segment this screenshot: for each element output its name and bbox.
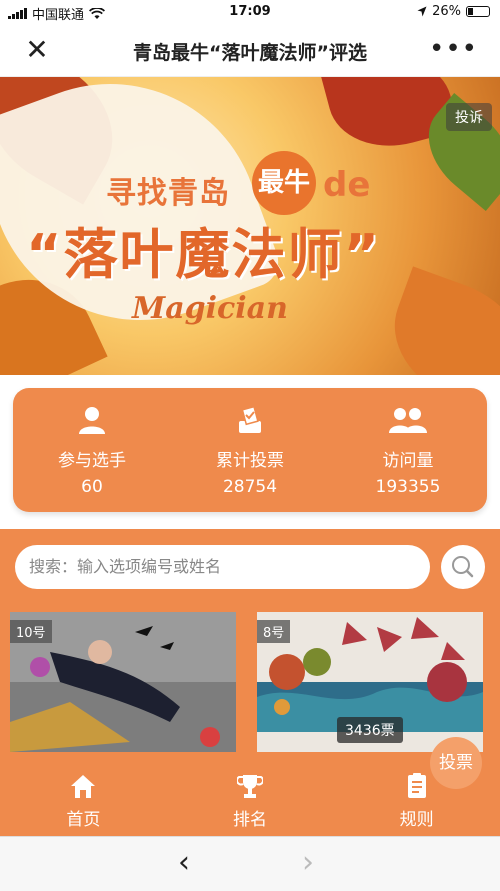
banner-title: “落叶魔法师” [26,223,381,286]
search-icon [452,556,474,578]
stat-participants: 参与选手 60 [13,388,171,512]
tab-ranking[interactable]: 排名 [167,759,334,836]
location-icon [417,6,427,17]
tab-home[interactable]: 首页 [0,759,167,836]
battery-percent: 26% [432,4,461,19]
stat-value: 28754 [222,477,278,497]
entry-vote-count: 3436票 [337,717,403,743]
ballot-icon [239,406,261,433]
page-title: 青岛最牛“落叶魔法师”评选 [133,42,367,64]
banner-badge: 最牛 [252,151,316,215]
home-icon [71,775,96,798]
battery-icon [466,6,490,17]
tab-label: 规则 [399,810,434,830]
tab-bar: 首页 排名 规则 [0,759,500,836]
banner-de: de [323,165,371,205]
banner-image: 寻找青岛 最牛 de “落叶魔法师” Magician [0,77,500,375]
entry-number: 8号 [257,620,291,643]
close-icon[interactable]: ✕ [22,35,52,65]
banner-headline: 寻找青岛 [106,176,230,211]
status-right-group: 26% [417,4,490,19]
entry-card[interactable]: 8号 3436票 [257,612,483,752]
stat-value: 60 [81,477,103,497]
more-icon[interactable]: ••• [429,34,478,64]
stat-value: 193355 [375,477,441,497]
stat-label: 参与选手 [58,451,126,471]
status-bar: 中国联通 17:09 26% [0,0,500,24]
trophy-icon [237,775,263,798]
back-icon[interactable]: ‹ [178,845,190,880]
stat-visits: 访问量 193355 [329,388,487,512]
search-button[interactable] [441,545,485,589]
entry-card[interactable]: 10号 [10,612,236,752]
entry-number: 10号 [10,620,52,643]
stat-total-votes: 累计投票 28754 [171,388,329,512]
banner-subtitle: Magician [132,291,288,326]
decorative-leaf [375,266,500,375]
title-bar: ✕ 青岛最牛“落叶魔法师”评选 ••• [0,24,500,77]
vote-button[interactable]: 投票 [430,737,482,789]
tab-label: 排名 [233,810,267,830]
stat-label: 累计投票 [216,451,284,471]
person-icon [79,407,105,434]
complain-button[interactable]: 投诉 [446,103,492,131]
stats-panel: 参与选手 60 累计投票 28754 访问量 193355 [13,388,487,512]
browser-nav: ‹ › [0,836,500,891]
group-icon [389,408,427,433]
stat-label: 访问量 [382,451,434,471]
rules-icon [407,773,426,798]
search-input[interactable]: 搜索：输入选项编号或姓名 [15,545,430,589]
tab-label: 首页 [66,810,101,830]
forward-icon[interactable]: › [302,845,314,880]
